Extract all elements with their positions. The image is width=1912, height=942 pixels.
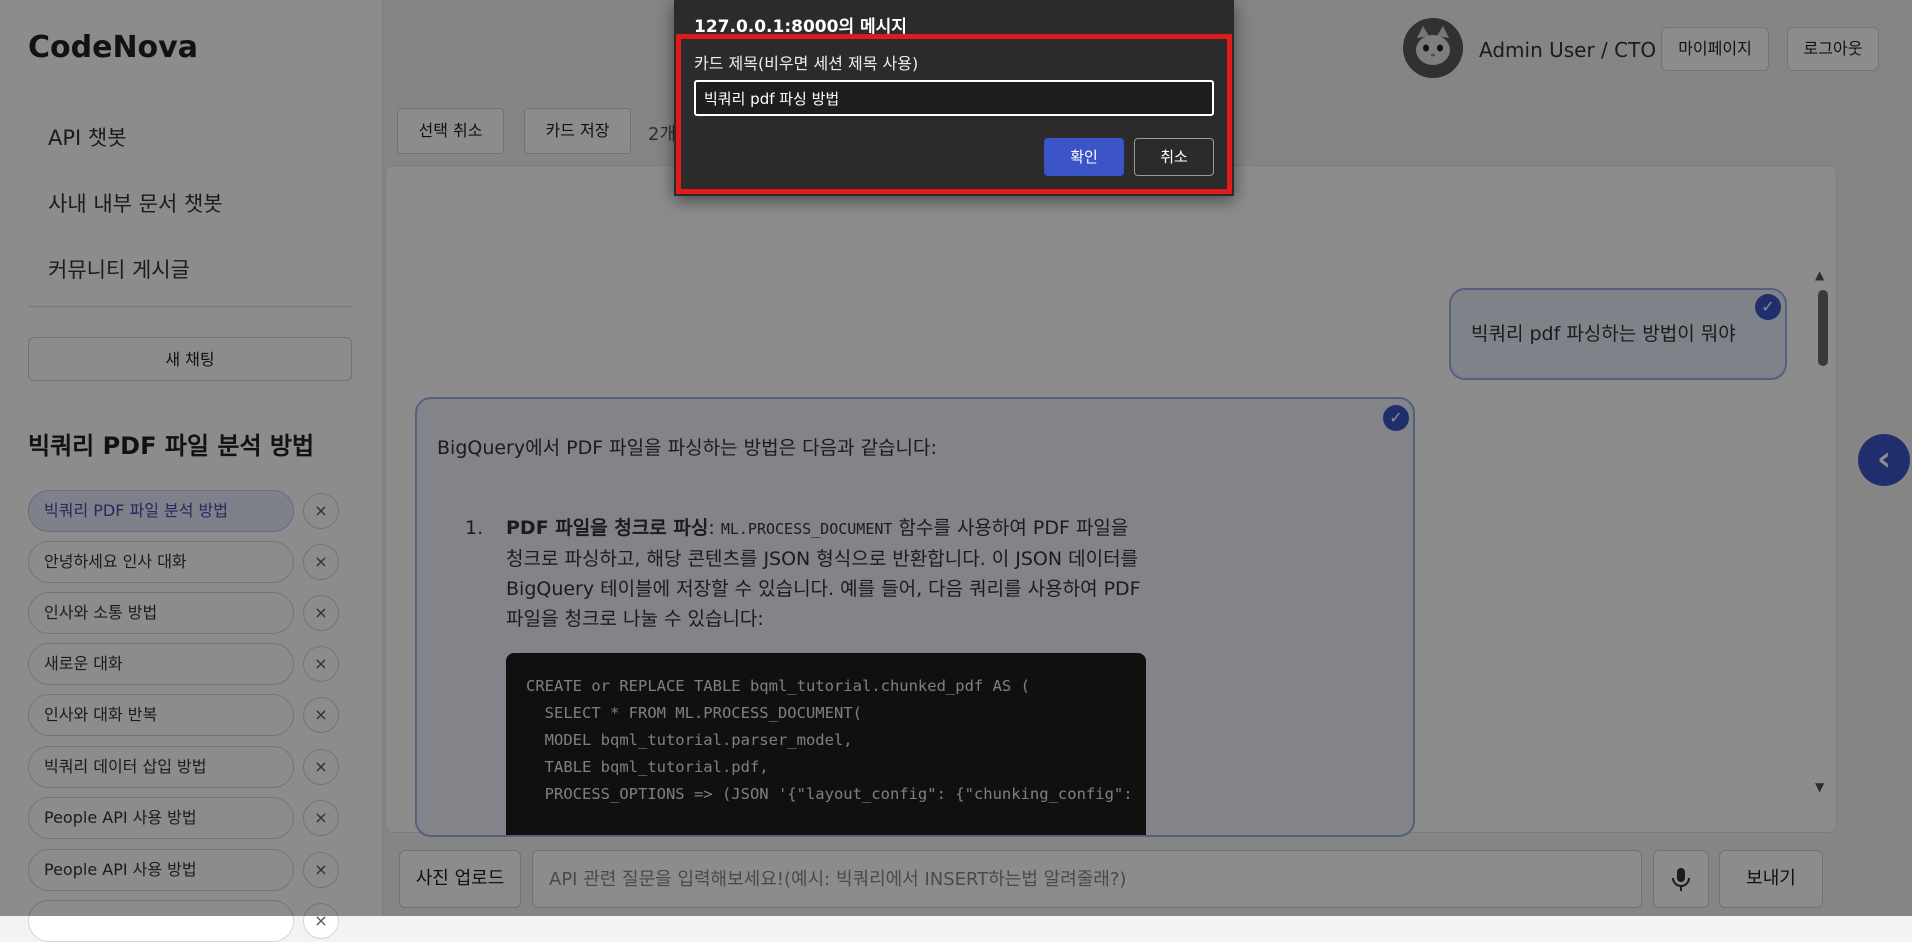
dialog-label: 카드 제목(비우면 세션 제목 사용) [694, 54, 919, 73]
prompt-dialog: 127.0.0.1:8000의 메시지 카드 제목(비우면 세션 제목 사용) … [674, 0, 1234, 196]
ok-button[interactable]: 확인 [1044, 138, 1124, 176]
card-title-input[interactable] [694, 80, 1214, 116]
cancel-button[interactable]: 취소 [1134, 138, 1214, 176]
